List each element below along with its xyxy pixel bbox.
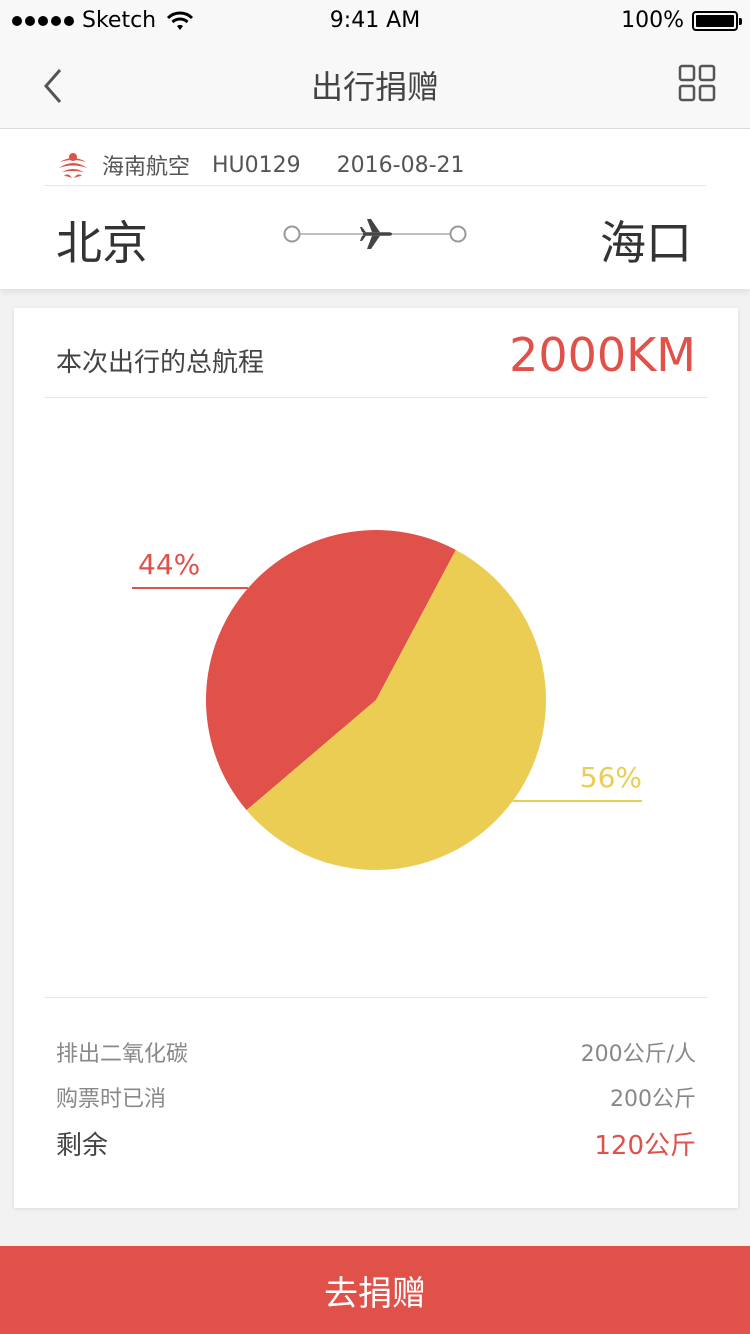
emission-row: 排出二氧化碳 200公斤/人	[56, 1036, 696, 1068]
remaining-row: 剩余 120公斤	[56, 1125, 696, 1162]
pie-chart: 44% 56%	[14, 398, 738, 996]
departure-city: 北京	[56, 216, 148, 270]
arrival-city: 海口	[600, 216, 692, 270]
route-line	[283, 219, 467, 249]
emission-value: 200公斤/人	[580, 1042, 696, 1067]
flight-number: HU0129	[212, 152, 301, 178]
battery-icon	[692, 10, 742, 31]
flight-info: 海南航空 HU0129 2016-08-21 北京 海口	[0, 129, 750, 289]
emission-label: 排出二氧化碳	[56, 1042, 189, 1067]
battery-percent: 100%	[621, 8, 684, 33]
divider	[44, 185, 706, 186]
pie-label: 44%	[138, 548, 200, 581]
donate-button[interactable]: 去捐赠	[0, 1246, 750, 1334]
emission-card: 本次出行的总航程 2000KM 44% 56% 排出二氧化碳 200公斤/人 购票…	[14, 308, 738, 1208]
flight-date: 2016-08-21	[336, 152, 465, 178]
status-bar: Sketch 9:41 AM 100%	[0, 0, 750, 42]
divider	[44, 997, 708, 998]
airline-name: 海南航空	[102, 155, 191, 180]
total-distance-value: 2000KM	[509, 328, 696, 382]
pie-label: 56%	[580, 761, 642, 794]
airline-row: 海南航空 HU0129 2016-08-21	[56, 143, 706, 187]
offset-label: 购票时已消	[56, 1087, 167, 1112]
offset-value: 200公斤	[610, 1087, 696, 1112]
remaining-value: 120公斤	[594, 1131, 696, 1161]
airplane-icon	[360, 219, 392, 249]
grid-icon[interactable]	[678, 64, 716, 102]
total-distance-label: 本次出行的总航程	[56, 348, 265, 378]
airline-logo-icon	[59, 153, 87, 178]
offset-row: 购票时已消 200公斤	[56, 1081, 696, 1113]
page-title: 出行捐赠	[310, 68, 439, 106]
status-right: 100%	[621, 8, 742, 33]
nav-bar: 出行捐赠	[0, 42, 750, 129]
remaining-label: 剩余	[56, 1131, 109, 1161]
